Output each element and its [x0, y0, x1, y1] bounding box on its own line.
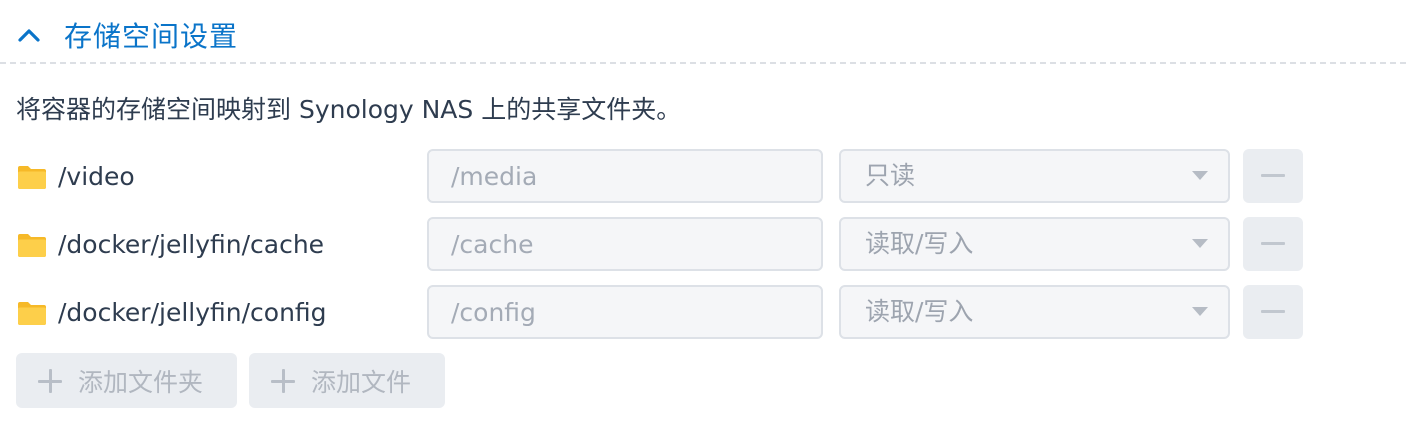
permission-select[interactable]: 读取/写入 — [839, 285, 1230, 339]
host-folder-path: /docker/jellyfin/config — [58, 298, 327, 327]
storage-section-header[interactable]: 存储空间设置 — [16, 12, 238, 58]
volume-row: /docker/jellyfin/cache 读取/写入 — [16, 217, 1306, 273]
permission-select[interactable]: 只读 — [839, 149, 1230, 203]
minus-icon — [1261, 174, 1285, 177]
plus-icon — [271, 368, 295, 393]
permission-value: 只读 — [865, 161, 916, 190]
folder-icon — [16, 231, 48, 259]
remove-volume-button[interactable] — [1243, 149, 1303, 203]
folder-icon — [16, 299, 48, 327]
remove-volume-button[interactable] — [1243, 217, 1303, 271]
dropdown-caret-icon — [1192, 171, 1208, 180]
volume-row: /video 只读 — [16, 149, 1306, 205]
section-divider — [0, 62, 1406, 64]
chevron-up-icon[interactable] — [16, 22, 42, 48]
minus-icon — [1261, 310, 1285, 313]
add-file-button[interactable]: 添加文件 — [249, 353, 445, 408]
minus-icon — [1261, 242, 1285, 245]
section-title: 存储空间设置 — [64, 20, 239, 53]
host-folder-path: /docker/jellyfin/cache — [58, 230, 325, 259]
volume-row: /docker/jellyfin/config 读取/写入 — [16, 285, 1306, 341]
remove-volume-button[interactable] — [1243, 285, 1303, 339]
dropdown-caret-icon — [1192, 239, 1208, 248]
folder-icon — [16, 163, 48, 191]
permission-value: 读取/写入 — [865, 297, 974, 326]
plus-icon — [38, 368, 62, 393]
host-folder-path: /video — [58, 162, 135, 191]
mount-path-input[interactable] — [427, 217, 823, 271]
add-folder-button[interactable]: 添加文件夹 — [16, 353, 237, 408]
permission-value: 读取/写入 — [865, 229, 974, 258]
add-folder-label: 添加文件夹 — [78, 367, 204, 397]
mount-path-input[interactable] — [427, 149, 823, 203]
dropdown-caret-icon — [1192, 307, 1208, 316]
mount-path-input[interactable] — [427, 285, 823, 339]
add-file-label: 添加文件 — [311, 367, 412, 397]
permission-select[interactable]: 读取/写入 — [839, 217, 1230, 271]
section-description: 将容器的存储空间映射到 Synology NAS 上的共享文件夹。 — [16, 95, 682, 124]
